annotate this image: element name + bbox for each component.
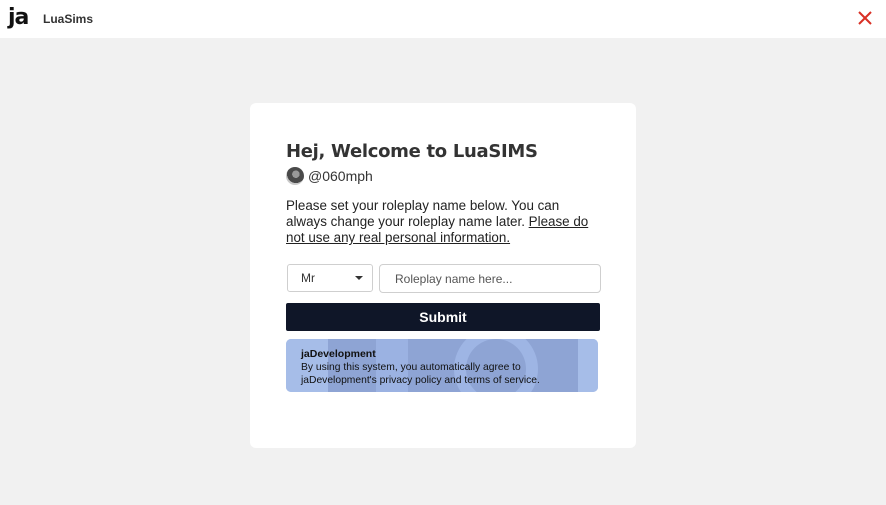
title-select-value: Mr bbox=[301, 271, 315, 285]
welcome-title: Hej, Welcome to LuaSIMS bbox=[286, 141, 538, 162]
user-handle: @060mph bbox=[308, 168, 373, 184]
chevron-down-icon bbox=[355, 276, 363, 280]
title-bar: ja LuaSims bbox=[0, 0, 886, 38]
roleplay-name-input[interactable] bbox=[379, 264, 601, 293]
terms-notice: jaDevelopment By using this system, you … bbox=[286, 339, 598, 392]
submit-button[interactable]: Submit bbox=[286, 303, 600, 331]
app-logo: ja bbox=[8, 5, 29, 30]
title-select[interactable]: Mr bbox=[287, 264, 373, 292]
info-message: Please set your roleplay name below. You… bbox=[286, 198, 560, 229]
app-name: LuaSims bbox=[43, 12, 94, 26]
user-info: @060mph bbox=[286, 167, 373, 185]
notice-text: By using this system, you automatically … bbox=[301, 362, 540, 386]
avatar bbox=[286, 167, 304, 185]
welcome-card: Hej, Welcome to LuaSIMS @060mph Please s… bbox=[250, 103, 636, 448]
notice-title: jaDevelopment bbox=[301, 348, 376, 360]
close-icon bbox=[858, 11, 872, 25]
info-text: Please set your roleplay name below. You… bbox=[286, 198, 602, 246]
close-button[interactable] bbox=[856, 9, 874, 27]
